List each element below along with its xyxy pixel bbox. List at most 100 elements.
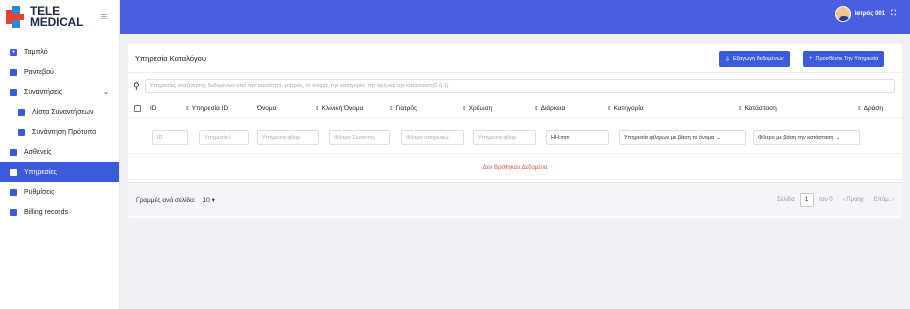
meetings-icon [10,88,17,96]
plus-icon: + [809,56,813,62]
sort-icon: ⇕ [462,106,467,112]
list-icon [18,108,25,116]
prev-label: Προηγ [846,197,864,203]
sidebar-item-appointments[interactable]: Ραντεβού [0,62,119,82]
sort-icon: ⇕ [857,106,862,112]
sidebar-item-meeting-list[interactable]: Λίστα Συναντήσεων [0,102,119,122]
next-label: Επόμ. [873,197,891,203]
brand[interactable]: TELE MEDICAL ≡ [0,0,119,34]
fullscreen-icon[interactable]: ⛶ [891,10,896,18]
empty-message: Δεν Βρέθηκαν Δεδομένα [128,156,902,180]
chevron-down-icon: ⌄ [103,89,109,96]
sidebar: TELE MEDICAL ≡ ● Ταμπλό Ραντεβού Συναντήσ… [0,0,120,309]
page-number-input[interactable]: 1 [799,193,814,207]
table-header: ID ⇕ Υπηρεσία ID Όνομα ⇕ Κλινική Όνομα ⇕ Γι… [128,100,902,118]
sort-icon: ⇕ [185,106,190,112]
topbar: Ιατρός 001 ⛶ [120,0,910,34]
logo-icon [6,6,26,28]
search-icon: ⚲ [133,80,140,91]
sidebar-item-meeting-templates[interactable]: Συνάντηση Πρότυπα [0,122,119,142]
sidebar-item-patients[interactable]: Ασθενείς [0,142,119,162]
next-page-button[interactable]: Επόμ. › [874,197,894,203]
chevron-right-icon: › [892,197,894,203]
prev-page-button[interactable]: ‹ Προηγ [843,197,864,203]
column-duration[interactable]: ⇕ Διάρκεια [534,105,565,112]
chevron-down-icon: ⌄ [835,134,841,141]
column-name[interactable]: Όνομα [257,105,276,112]
column-label: Κατηγορία [613,105,644,112]
page-title: Υπηρεσία Καταλόγου [135,53,206,63]
export-button[interactable]: ⇩ Εξαγωγή δεδομένων [719,51,790,67]
avatar[interactable] [834,6,851,22]
filter-category-select[interactable]: Υπηρεσία φίλτρων με βάση το όνομα ⌄ [619,130,746,145]
filter-status-value: Φίλτρο με βάση την κατάσταση [758,134,834,141]
rows-per-page-select[interactable]: 10 ▾ [203,197,215,204]
filter-status-select[interactable]: Φίλτρο με βάση την κατάσταση ⌄ [753,130,860,145]
filter-charge-input[interactable]: Υπηρεσία φίλτρ [473,130,536,145]
column-action[interactable]: ⇕ Δράση [857,105,883,112]
sidebar-item-label: Ραντεβού [24,68,54,76]
page-total-label: του 0 [818,197,833,203]
page-label: Σελίδα [777,197,795,203]
search-bar: ⚲ Υπηρεσίες αναζήτησης δεδομένων από την… [133,78,901,94]
sidebar-item-label: Ρυθμίσεις [24,188,55,196]
template-icon [18,128,25,136]
brand-line2: MEDICAL [30,15,84,29]
sidebar-item-settings[interactable]: Ρυθμίσεις [0,182,119,202]
sidebar-item-label: Συναντήσεις [24,88,63,96]
column-label: Διάρκεια [540,105,566,112]
filter-doctor-input[interactable]: Φίλτρο υπηρεσιώ [401,130,464,145]
sidebar-item-billing[interactable]: Billing records [0,202,119,222]
export-icon: ⇩ [725,56,731,63]
sort-icon: ⇕ [738,106,743,112]
user-menu[interactable]: Ιατρός 001 ⛶ [834,6,896,22]
sidebar-item-label: Υπηρεσίες [24,168,57,176]
rows-per-page: Γραμμές ανά σελίδα: 10 ▾ [136,196,215,204]
column-status[interactable]: ⇕ Κατάσταση [738,105,777,112]
sidebar-item-label: Ταμπλό [24,48,48,56]
column-label: Χρέωση [468,105,493,112]
select-all-checkbox[interactable] [134,105,141,112]
brand-name: TELE MEDICAL [30,5,84,29]
filter-service-id-input[interactable]: Υπηρεσία ί [199,130,249,145]
add-service-label: Προσθέστε Την Υπηρεσία [815,56,879,62]
filter-duration-input[interactable]: HH:mm [546,130,609,145]
add-service-button[interactable]: + Προσθέστε Την Υπηρεσία [803,51,885,67]
sidebar-item-label: Συνάντηση Πρότυπα [32,128,97,136]
column-service-id[interactable]: ⇕ Υπηρεσία ID [185,105,228,112]
column-charge[interactable]: ⇕ Χρέωση [462,105,492,112]
user-name[interactable]: Ιατρός 001 [855,11,885,17]
column-label: ID [150,105,157,112]
column-id[interactable]: ID [150,105,157,112]
settings-icon [10,188,17,196]
column-clinic-name[interactable]: ⇕ Κλινική Όνομα [315,105,363,112]
menu-toggle-icon[interactable]: ≡ [101,11,107,23]
chevron-down-icon: ⌄ [716,134,721,141]
search-input[interactable]: Υπηρεσίες αναζήτησης δεδομένων από την τ… [145,79,895,93]
export-label: Εξαγωγή δεδομένων [733,56,784,62]
pagination: Σελίδα 1 του 0 ‹ Προηγ Επόμ. › [777,193,894,207]
column-doctor[interactable]: ⇕ Γιατρός [389,105,417,112]
sidebar-nav: ● Ταμπλό Ραντεβού Συναντήσεις ⌄ Λίστα Συνα… [0,42,119,222]
sidebar-item-label: Λίστα Συναντήσεων [32,108,94,116]
filter-name-input[interactable]: Υπηρεσία φίλτρ [257,130,319,145]
services-card: Υπηρεσία Καταλόγου ⇩ Εξαγωγή δεδομένων + Π… [128,44,902,218]
column-category[interactable]: ⇕ Κατηγορία [607,105,644,112]
dashboard-icon: ● [10,48,17,56]
column-label: Δράση [863,105,884,112]
sidebar-item-meetings[interactable]: Συναντήσεις ⌄ [0,82,119,102]
sidebar-item-label: Ασθενείς [24,148,52,156]
rows-per-page-label: Γραμμές ανά σελίδα: [136,197,196,204]
sidebar-item-dashboard[interactable]: ● Ταμπλό [0,42,119,62]
filter-id-input[interactable]: ID [152,130,188,145]
rows-per-page-value: 10 [202,197,210,204]
filter-clinic-input[interactable]: Φίλτρο Συνάντης [329,130,390,145]
patients-icon [10,148,17,156]
calendar-icon [10,68,17,76]
table-footer: Γραμμές ανά σελίδα: 10 ▾ Σελίδα 1 του 0 … [128,182,902,216]
filter-category-value: Υπηρεσία φίλτρων με βάση το όνομα [624,134,715,141]
column-label: Κατάσταση [744,105,777,112]
sidebar-item-services[interactable]: Υπηρεσίες [0,162,119,182]
column-label: Όνομα [257,105,277,112]
sort-icon: ⇕ [534,106,539,112]
